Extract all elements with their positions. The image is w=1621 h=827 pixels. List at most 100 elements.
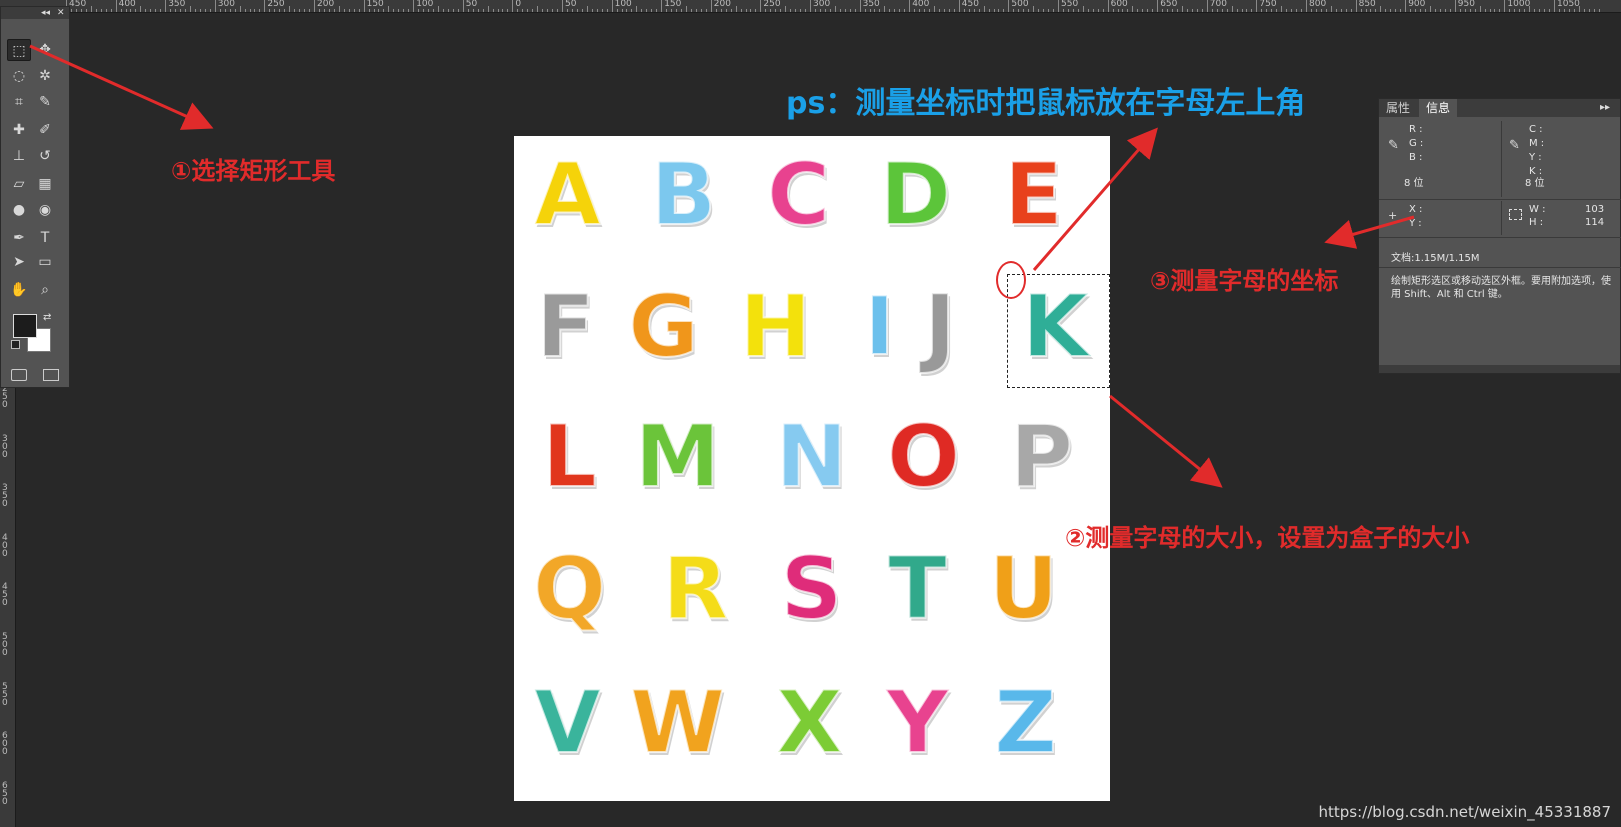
gradient-icon[interactable]: ▦ xyxy=(33,173,57,195)
move-icon[interactable]: ✥ xyxy=(33,39,57,61)
history-brush-icon[interactable]: ↺ xyxy=(33,145,57,167)
ruler-top-minor-tick xyxy=(403,9,405,12)
ruler-top-minor-tick xyxy=(1028,9,1030,12)
ruler-top-label: 50 xyxy=(465,0,478,9)
ruler-top-minor-tick xyxy=(626,9,628,12)
ruler-top-minor-tick xyxy=(1534,9,1536,12)
default-colors-icon[interactable] xyxy=(11,340,20,349)
lasso-icon[interactable]: ◌ xyxy=(7,65,31,87)
panel-resize-handle[interactable] xyxy=(1379,365,1620,373)
ruler-top-minor-tick xyxy=(576,9,578,12)
xy-labels: X : Y : xyxy=(1409,204,1423,229)
swap-colors-icon[interactable]: ⇄ xyxy=(43,312,51,323)
ruler-top-minor-tick xyxy=(780,9,782,12)
ruler-top-label: 200 xyxy=(317,0,335,9)
ruler-top-tick xyxy=(1306,0,1307,12)
ruler-top-minor-tick xyxy=(408,9,410,12)
shape-icon[interactable]: ▭ xyxy=(33,251,57,273)
magic-wand-icon[interactable]: ✲ xyxy=(33,65,57,87)
rect-marquee-icon[interactable]: ⬚ xyxy=(7,39,31,61)
tab-properties[interactable]: 属性 xyxy=(1379,99,1417,117)
ruler-top-minor-tick xyxy=(1479,6,1481,12)
ruler-top-minor-tick xyxy=(125,9,127,12)
ruler-top-minor-tick xyxy=(924,9,926,12)
ruler-top-minor-tick xyxy=(785,6,787,12)
ruler-top-minor-tick xyxy=(522,9,524,12)
ruler-top-minor-tick xyxy=(715,9,717,12)
stamp-icon[interactable]: ⊥ xyxy=(7,145,31,167)
ruler-top-minor-tick xyxy=(1320,9,1322,12)
type-icon[interactable]: T xyxy=(33,227,57,249)
ruler-top-minor-tick xyxy=(849,9,851,12)
ruler-top-minor-tick xyxy=(1122,9,1124,12)
ruler-top-minor-tick xyxy=(1167,9,1169,12)
ruler-top-minor-tick xyxy=(1568,9,1570,12)
ruler-top-tick xyxy=(710,0,712,12)
ruler-top-minor-tick xyxy=(929,9,931,12)
ruler-top-minor-tick xyxy=(1048,9,1050,12)
dodge-icon[interactable]: ◉ xyxy=(33,199,57,221)
document-canvas[interactable]: ABCDEFGHIJKLMNOPQRSTUVWXYZ xyxy=(514,136,1110,801)
crop-icon[interactable]: ⌗ xyxy=(7,91,31,113)
ruler-top-minor-tick xyxy=(819,9,821,12)
foreground-color-swatch[interactable] xyxy=(13,314,37,338)
close-icon[interactable]: ✕ xyxy=(57,7,65,19)
ruler-top-minor-tick xyxy=(1385,9,1387,12)
pen-icon[interactable]: ✒ xyxy=(7,227,31,249)
blur-icon[interactable]: ● xyxy=(7,199,31,221)
ruler-top-label: 450 xyxy=(961,0,979,9)
ruler-top-minor-tick xyxy=(1524,9,1526,12)
ruler-top-minor-tick xyxy=(1464,9,1466,12)
ruler-top-minor-tick xyxy=(968,9,970,12)
ruler-left-label: 600 xyxy=(2,731,8,758)
ruler-top-minor-tick xyxy=(1043,9,1045,12)
ruler-top-minor-tick xyxy=(343,9,345,12)
ruler-top-minor-tick xyxy=(155,9,157,12)
ruler-top-minor-tick xyxy=(279,9,281,12)
healing-brush-icon[interactable]: ✚ xyxy=(7,119,31,141)
zoom-icon[interactable]: ⌕ xyxy=(33,279,57,301)
ruler-top-minor-tick xyxy=(299,9,301,12)
ruler-top-minor-tick xyxy=(1271,9,1273,12)
panel-menu-icon[interactable]: ▸▸ xyxy=(1600,99,1610,117)
ruler-top-minor-tick xyxy=(978,9,980,12)
quick-mask-icon[interactable] xyxy=(11,369,27,381)
ruler-top-minor-tick xyxy=(1296,9,1298,12)
ruler-top-minor-tick xyxy=(596,9,598,12)
ruler-top-minor-tick xyxy=(805,9,807,12)
eyedropper-icon[interactable]: ✎ xyxy=(33,91,57,113)
ruler-top-minor-tick xyxy=(904,9,906,12)
ruler-top-minor-tick xyxy=(695,9,697,12)
ruler-left-label: 650 xyxy=(2,780,8,807)
ruler-top-minor-tick xyxy=(988,9,990,12)
screen-mode-icon[interactable] xyxy=(43,369,59,381)
ruler-top-minor-tick xyxy=(666,9,668,12)
tools-panel: ◂◂ ✕ ⬚ ✥ ◌ ✲ ⌗ ✎ ✚ ✐ ⊥ ↺ ▱ ▦ ● ◉ ✒ T ➤ ▭ ✋ ⌕ ⇄ xyxy=(0,6,70,388)
letter-glyph: B xyxy=(650,145,718,245)
letter-glyph: W xyxy=(629,673,726,773)
ruler-top-minor-tick xyxy=(586,6,588,12)
ruler-top-label: 100 xyxy=(416,0,434,9)
brush-icon[interactable]: ✐ xyxy=(33,119,57,141)
letter-glyph: Y xyxy=(885,673,949,773)
ruler-top-tick xyxy=(562,0,563,12)
ruler-top-minor-tick xyxy=(790,9,792,12)
ruler-top-label: 600 xyxy=(1110,0,1128,9)
collapse-icon[interactable]: ◂◂ xyxy=(41,7,50,19)
tab-info[interactable]: 信息 xyxy=(1419,99,1458,117)
hand-icon[interactable]: ✋ xyxy=(7,279,31,301)
ruler-top-minor-tick xyxy=(1514,9,1516,12)
ruler-top-minor-tick xyxy=(1162,9,1164,12)
eraser-icon[interactable]: ▱ xyxy=(7,173,31,195)
path-select-icon[interactable]: ➤ xyxy=(7,251,31,273)
ruler-top-minor-tick xyxy=(1340,9,1342,12)
arrow-step2 xyxy=(1109,394,1223,488)
ruler-top-minor-tick xyxy=(690,9,692,12)
ruler-top-minor-tick xyxy=(973,9,975,12)
ruler-top-minor-tick xyxy=(467,9,469,12)
ruler-top-minor-tick xyxy=(770,9,772,12)
ruler-top-minor-tick xyxy=(1549,9,1551,12)
ruler-top-minor-tick xyxy=(834,6,836,12)
ruler-top-label: 400 xyxy=(912,0,930,9)
ruler-top-minor-tick xyxy=(1558,9,1560,12)
